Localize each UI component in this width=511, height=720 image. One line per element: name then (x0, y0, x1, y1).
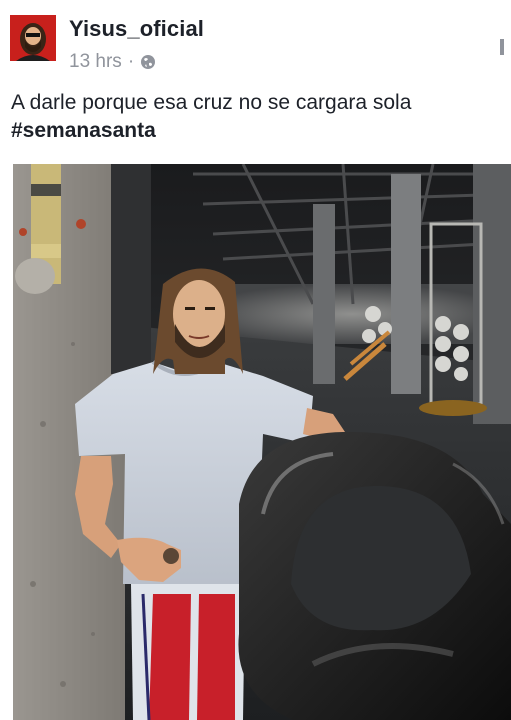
gym-photo (13, 164, 511, 720)
post-header: Yisus_oficial 13 hrs · (0, 0, 511, 84)
post-photo[interactable] (13, 164, 511, 720)
post-text: A darle porque esa cruz no se cargara so… (11, 91, 412, 114)
post-meta: 13 hrs · (69, 51, 156, 73)
post-timestamp[interactable]: 13 hrs (69, 51, 122, 73)
hashtag-link[interactable]: #semanasanta (11, 117, 501, 145)
avatar-icon (10, 15, 56, 61)
avatar[interactable] (10, 15, 56, 61)
author-name[interactable]: Yisus_oficial (69, 16, 204, 42)
meta-separator: · (127, 51, 135, 72)
facebook-post: Yisus_oficial 13 hrs · A darle porque es… (0, 0, 511, 720)
post-body: A darle porque esa cruz no se cargara so… (11, 89, 501, 145)
chevron-icon[interactable] (499, 37, 507, 57)
globe-icon[interactable] (140, 54, 156, 70)
